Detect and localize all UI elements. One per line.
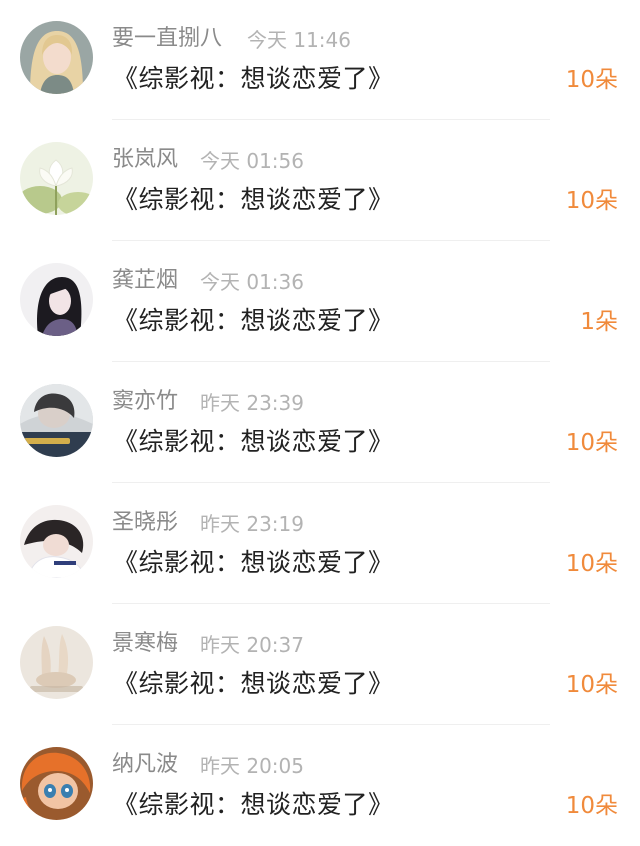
book-title[interactable]: 《综影视：想谈恋爱了》 [113,304,394,338]
user-name[interactable]: 景寒梅 [112,629,178,659]
book-title[interactable]: 《综影视：想谈恋爱了》 [113,788,394,822]
avatar[interactable] [20,626,93,699]
book-title[interactable]: 《综影视：想谈恋爱了》 [113,546,394,580]
user-name[interactable]: 龚芷烟 [112,266,178,296]
timestamp: 昨天 23:39 [200,391,304,415]
avatar[interactable] [20,747,93,820]
gift-record-list: 要一直捌八 今天 11:46 《综影视：想谈恋爱了》 10朵 张岚风 今天 01… [0,0,640,846]
list-item[interactable]: 窦亦竹 昨天 23:39 《综影视：想谈恋爱了》 10朵 [0,362,640,483]
avatar[interactable] [20,505,93,578]
list-item[interactable]: 纳凡波 昨天 20:05 《综影视：想谈恋爱了》 10朵 [0,725,640,846]
book-title[interactable]: 《综影视：想谈恋爱了》 [113,425,394,459]
timestamp: 昨天 23:19 [200,512,304,536]
user-name[interactable]: 圣晓彤 [112,508,178,538]
gift-count: 10朵 [565,551,618,577]
gift-count: 10朵 [565,67,618,93]
timestamp: 昨天 20:37 [200,633,304,657]
timestamp: 今天 01:56 [200,149,304,173]
gift-count: 10朵 [565,672,618,698]
timestamp: 今天 11:46 [247,28,351,52]
book-title[interactable]: 《综影视：想谈恋爱了》 [113,667,394,701]
list-item[interactable]: 张岚风 今天 01:56 《综影视：想谈恋爱了》 10朵 [0,120,640,241]
gift-count: 10朵 [565,793,618,819]
avatar[interactable] [20,21,93,94]
avatar[interactable] [20,263,93,336]
user-name[interactable]: 张岚风 [112,145,178,175]
book-title[interactable]: 《综影视：想谈恋爱了》 [113,62,394,96]
list-item[interactable]: 龚芷烟 今天 01:36 《综影视：想谈恋爱了》 1朵 [0,241,640,362]
timestamp: 昨天 20:05 [200,754,304,778]
gift-count: 10朵 [565,188,618,214]
user-name[interactable]: 窦亦竹 [112,387,178,417]
avatar[interactable] [20,384,93,457]
user-name[interactable]: 纳凡波 [112,750,178,780]
avatar[interactable] [20,142,93,215]
timestamp: 今天 01:36 [200,270,304,294]
list-item[interactable]: 圣晓彤 昨天 23:19 《综影视：想谈恋爱了》 10朵 [0,483,640,604]
list-item[interactable]: 要一直捌八 今天 11:46 《综影视：想谈恋爱了》 10朵 [0,0,640,120]
list-item[interactable]: 景寒梅 昨天 20:37 《综影视：想谈恋爱了》 10朵 [0,604,640,725]
gift-count: 10朵 [565,430,618,456]
user-name[interactable]: 要一直捌八 [112,24,222,54]
gift-count: 1朵 [580,309,618,335]
book-title[interactable]: 《综影视：想谈恋爱了》 [113,183,394,217]
